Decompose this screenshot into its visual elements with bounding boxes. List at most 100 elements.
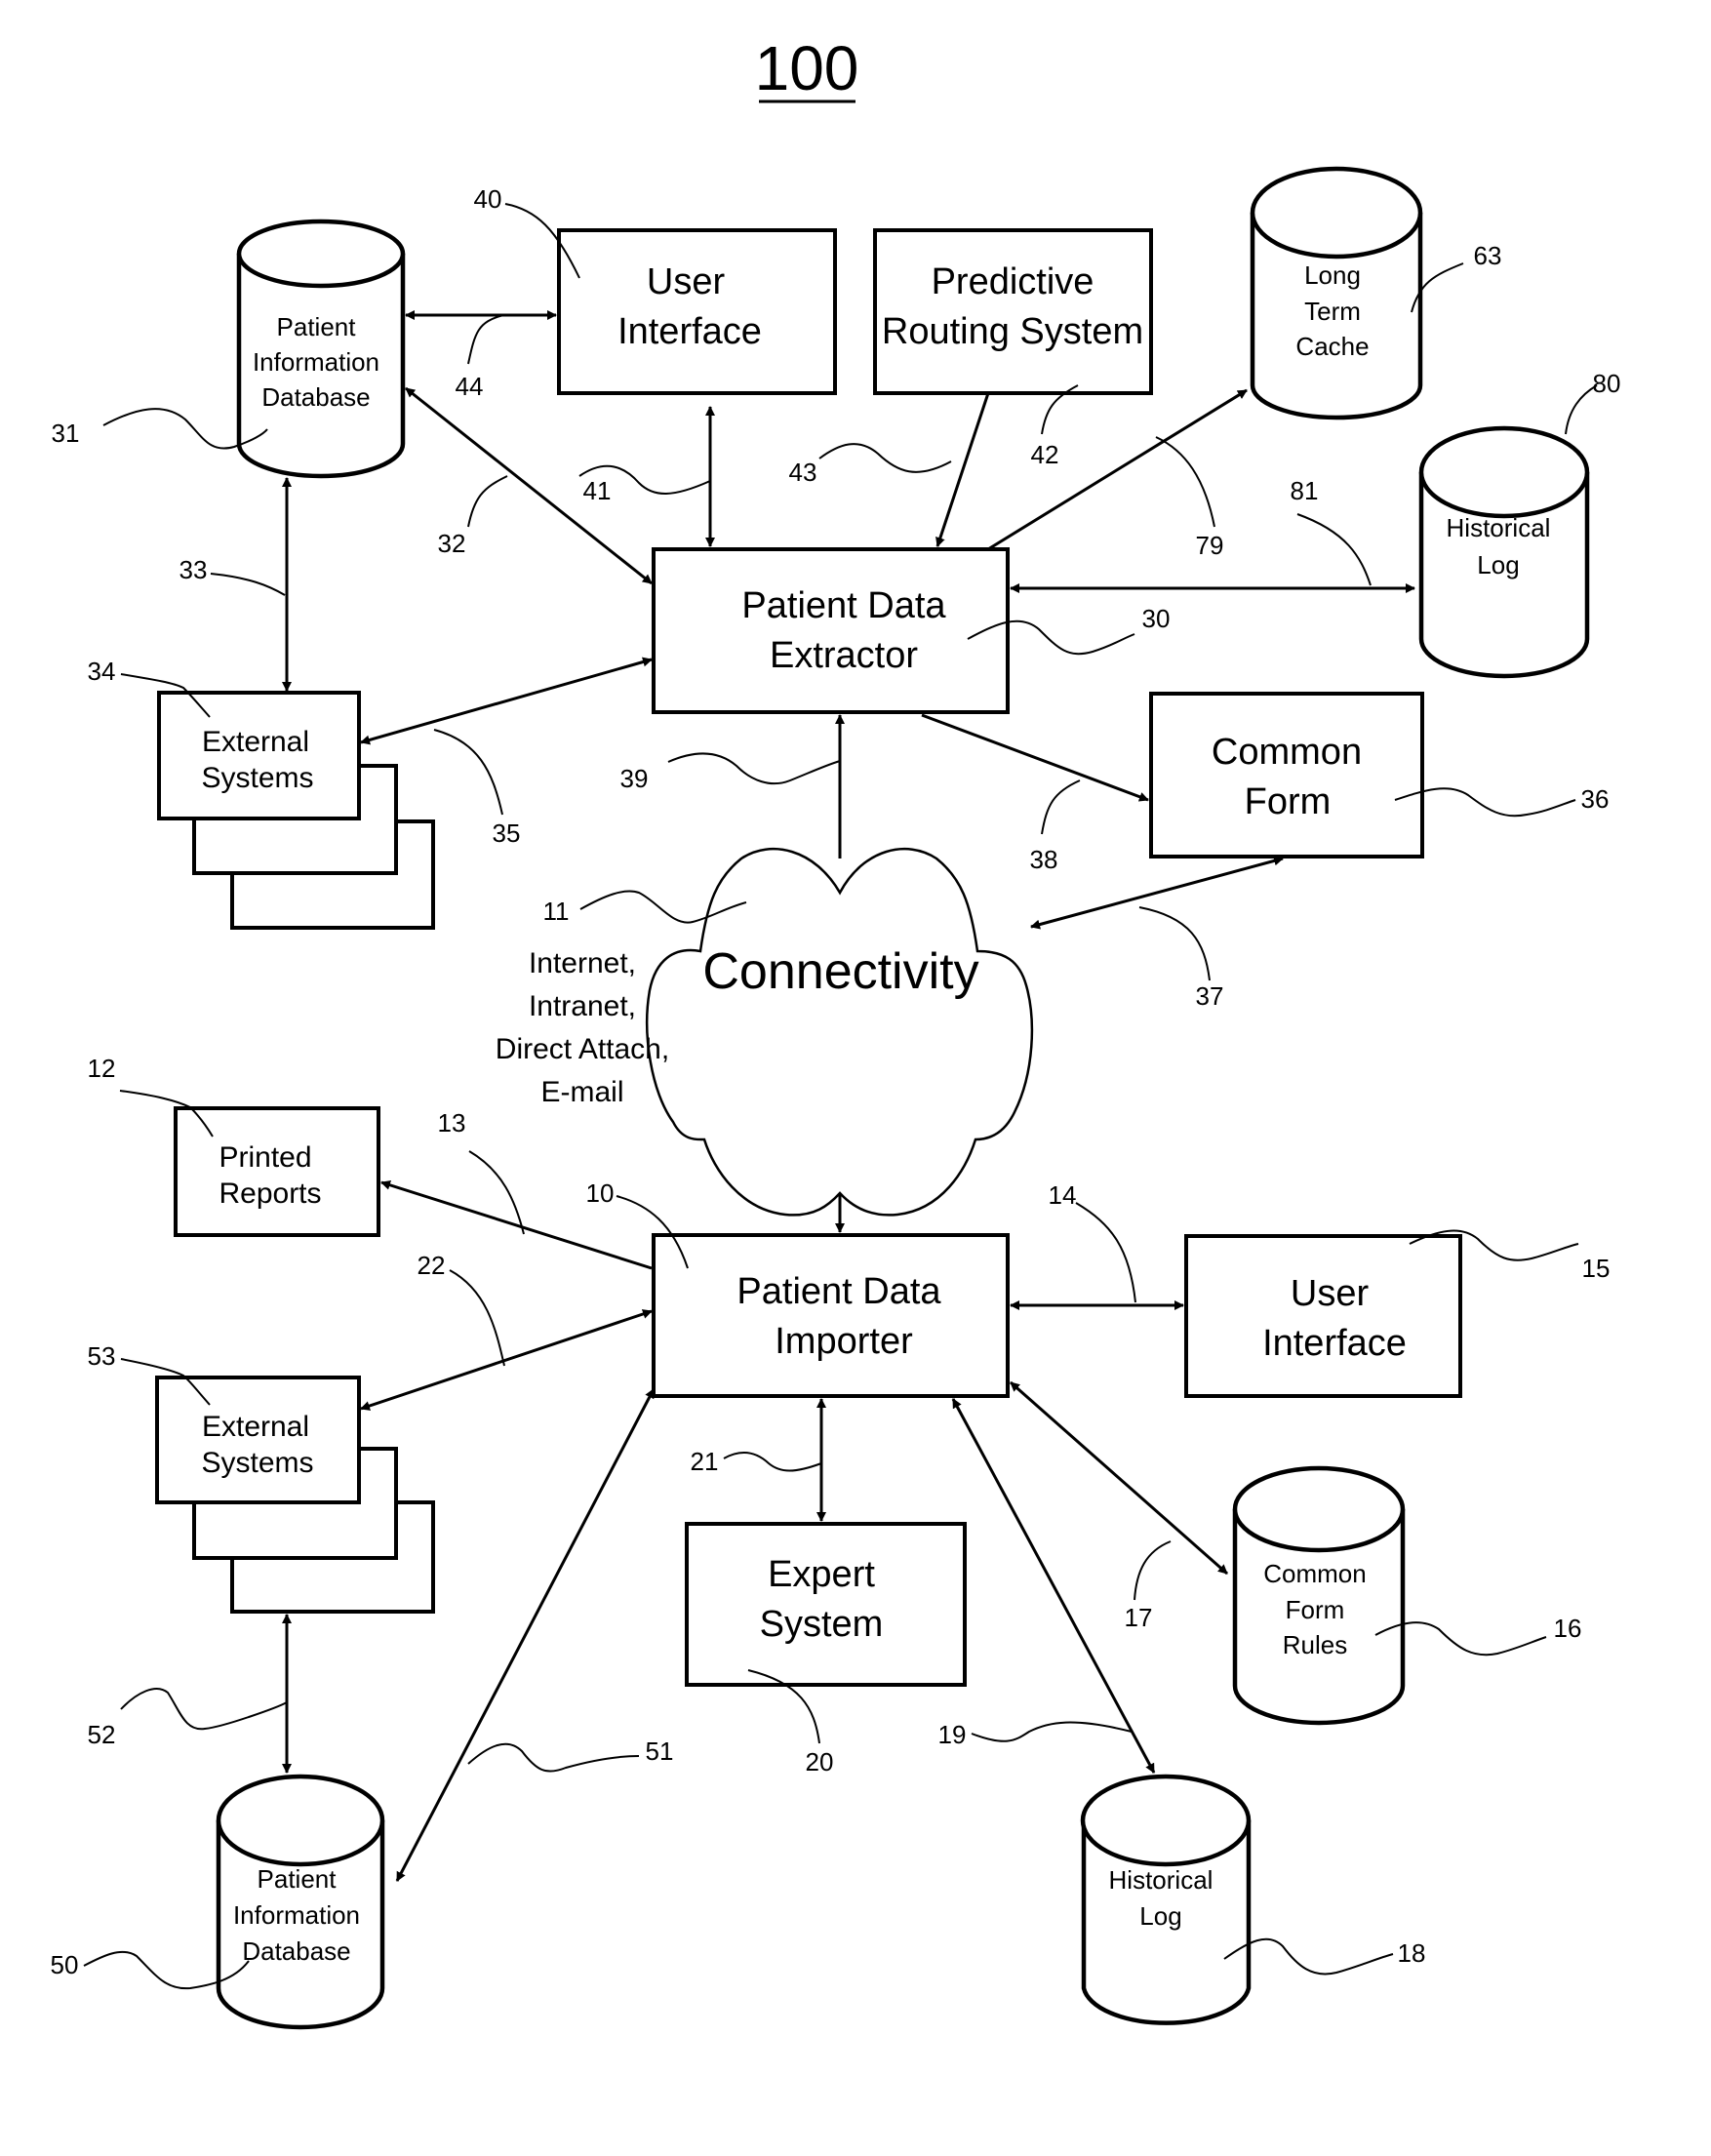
ref-number: 32 — [438, 529, 466, 558]
label-line: Printed — [219, 1141, 311, 1174]
system-diagram: marker path { } 100 Patient Information … — [51, 33, 1621, 2030]
leader-line — [210, 573, 286, 596]
leader-line — [1138, 906, 1211, 981]
external-systems-34: External Systems — [157, 691, 435, 930]
ref-number: 51 — [646, 1737, 674, 1766]
ref-number: 35 — [493, 818, 521, 848]
label-line: Patient Data — [741, 585, 946, 626]
ref-number: 21 — [691, 1447, 719, 1476]
connection-22 — [360, 1309, 653, 1411]
long-term-cache-63: Long Term Cache — [1250, 166, 1423, 420]
ref-number: 81 — [1291, 476, 1319, 505]
label-line: Expert — [768, 1554, 875, 1595]
label-line: Historical — [1109, 1865, 1214, 1895]
ref-number: 12 — [88, 1054, 116, 1083]
user-interface-15: User Interface — [1184, 1234, 1462, 1398]
ref-number: 79 — [1196, 531, 1224, 560]
leader-line — [433, 729, 503, 816]
ref-number: 50 — [51, 1950, 79, 1979]
expert-system-20: Expert System — [685, 1522, 967, 1687]
label-line: Database — [242, 1936, 350, 1966]
connectivity-label: Connectivity — [702, 943, 978, 1000]
patient-information-database-50: Patient Information Database — [216, 1774, 385, 2030]
label-line: Form — [1245, 781, 1332, 822]
leader-line — [818, 443, 952, 473]
ref-number: 18 — [1398, 1938, 1426, 1968]
ref-number: 31 — [52, 419, 80, 448]
ref-number: 43 — [789, 458, 817, 487]
label-line: Systems — [201, 1447, 313, 1479]
ref-number: 10 — [586, 1178, 615, 1208]
label-line: User — [1291, 1273, 1370, 1314]
ref-number: 13 — [438, 1108, 466, 1138]
label-line: User — [647, 261, 726, 302]
ref-number: 38 — [1030, 845, 1058, 874]
connection-79 — [987, 388, 1248, 551]
ref-number: 37 — [1196, 981, 1224, 1011]
leader-line — [971, 1721, 1133, 1742]
ref-number: 20 — [806, 1747, 834, 1777]
label-line: Common — [1212, 732, 1362, 773]
patient-data-importer-10: Patient Data Importer — [652, 1233, 1010, 1398]
label-line: Interface — [617, 311, 762, 352]
ref-number: 30 — [1142, 604, 1171, 633]
ref-number: 44 — [456, 372, 484, 401]
leader-line — [1134, 1540, 1172, 1601]
connection-43 — [935, 392, 990, 547]
label-line: Common — [1263, 1559, 1366, 1588]
ref-number: 11 — [543, 897, 570, 926]
connectivity-cloud-11: Connectivity Internet, Intranet, Direct … — [496, 847, 1034, 1217]
connection-37 — [1030, 856, 1284, 930]
label-line: System — [760, 1604, 884, 1645]
label-line: Extractor — [770, 635, 918, 676]
ref-number: 34 — [88, 657, 116, 686]
ref-number: 17 — [1125, 1603, 1153, 1632]
ref-number: 33 — [179, 555, 208, 584]
label-line: Importer — [775, 1321, 913, 1362]
leader-line — [468, 1150, 525, 1235]
ref-number: 19 — [938, 1720, 967, 1749]
leader-line — [1041, 779, 1081, 835]
historical-log-18: Historical Log — [1080, 1774, 1252, 2025]
label-line: Information — [253, 347, 379, 377]
label-line: Cache — [1295, 332, 1369, 361]
ref-number: 22 — [418, 1251, 446, 1280]
label-line: External — [202, 1411, 309, 1443]
label-line: Patient — [258, 1864, 338, 1894]
user-interface-40: User Interface — [557, 228, 837, 395]
connectivity-note: E-mail — [540, 1076, 623, 1108]
leader-line — [449, 1269, 505, 1367]
label-line: Predictive — [932, 261, 1094, 302]
label-line: Routing System — [882, 311, 1143, 352]
connection-51 — [395, 1388, 656, 1882]
predictive-routing-system-42: Predictive Routing System — [873, 228, 1153, 395]
label-line: Interface — [1262, 1323, 1407, 1364]
label-line: Patient — [277, 312, 357, 341]
ref-number: 52 — [88, 1720, 116, 1749]
leader-line — [467, 1742, 640, 1773]
patient-information-database-31: Patient Information Database — [236, 219, 406, 479]
label-line: Information — [233, 1900, 360, 1930]
leader-line — [1296, 513, 1372, 586]
ref-number: 42 — [1031, 440, 1059, 469]
external-systems-53: External Systems — [155, 1376, 435, 1614]
ref-number: 80 — [1593, 369, 1621, 398]
ref-number: 63 — [1474, 241, 1502, 270]
leader-line — [667, 752, 841, 785]
label-line: Form — [1286, 1595, 1345, 1624]
label-line: Long — [1304, 260, 1361, 290]
label-line: External — [202, 726, 309, 758]
leader-line — [467, 314, 504, 365]
common-form-36: Common Form — [1149, 692, 1424, 858]
ref-number: 41 — [583, 476, 612, 505]
connectivity-note: Direct Attach, — [496, 1033, 669, 1065]
connection-38 — [921, 713, 1149, 802]
connection-19 — [951, 1398, 1156, 1774]
leader-line — [120, 1688, 288, 1731]
leader-line — [1155, 436, 1215, 528]
label-line: Reports — [219, 1178, 321, 1210]
ref-number: 16 — [1554, 1614, 1582, 1643]
connectivity-note: Intranet, — [529, 990, 636, 1022]
connection-17 — [1010, 1380, 1228, 1576]
label-line: Historical — [1447, 513, 1551, 542]
